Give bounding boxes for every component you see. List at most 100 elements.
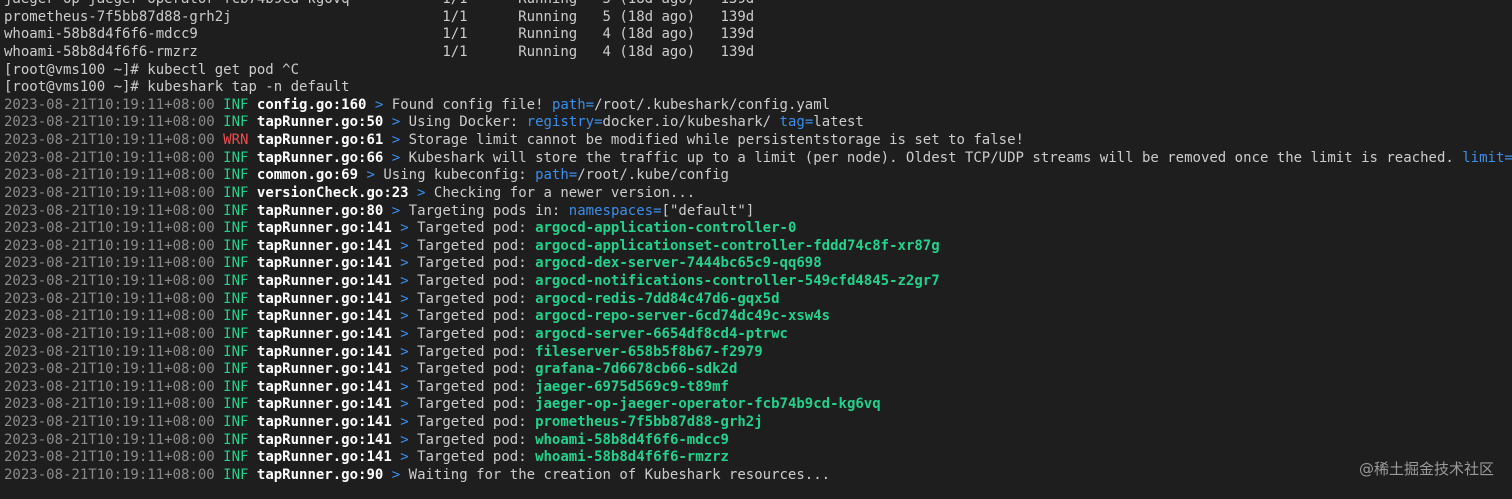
log-pod-name: jaeger-op-jaeger-operator-fcb74b9cd-kg6v… <box>535 396 881 413</box>
log-caller: tapRunner.go:141 <box>256 237 392 254</box>
log-timestamp: 2023-08-21T10:19:11+08:00 <box>4 149 215 166</box>
log-arrow: > <box>391 149 401 166</box>
log-level: INF <box>223 220 249 237</box>
log-arrow: > <box>400 449 409 466</box>
log-message: Using kubeconfig: <box>383 167 536 184</box>
log-level: INF <box>223 325 249 342</box>
log-line: 2023-08-21T10:19:11+08:00 INF tapRunner.… <box>0 344 1512 362</box>
log-caller: tapRunner.go:141 <box>256 378 392 395</box>
terminal-output[interactable]: jaeger-op-jaeger-operator-fcb74b9cd-kg6v… <box>0 0 1512 485</box>
log-field-value: latest <box>813 114 864 131</box>
log-caller: tapRunner.go:80 <box>256 202 384 219</box>
log-line: 2023-08-21T10:19:11+08:00 INF tapRunner.… <box>0 379 1512 397</box>
log-level: INF <box>223 361 249 378</box>
pod-row: whoami-58b8d4f6f6-mdcc9 1/1 Running 4 (1… <box>0 26 1512 44</box>
log-level: WRN <box>223 132 249 148</box>
pod-age: 139d <box>720 26 755 43</box>
log-level: INF <box>223 149 249 166</box>
log-field-key: path <box>551 96 586 113</box>
log-caller: tapRunner.go:141 <box>256 449 392 466</box>
log-caller: tapRunner.go:141 <box>256 361 392 378</box>
log-line: 2023-08-21T10:19:11+08:00 INF tapRunner.… <box>0 150 1512 168</box>
log-pod-name: argocd-redis-7dd84c47d6-gqx5d <box>535 290 780 307</box>
pod-status: Running <box>518 8 578 25</box>
log-arrow: > <box>374 96 384 113</box>
prompt-line: [root@vms100 ~]# kubeshark tap -n defaul… <box>0 79 1512 97</box>
log-level: INF <box>223 184 249 201</box>
log-pod-name: fileserver-658b5f8b67-f2979 <box>535 343 763 360</box>
prompt-line: [root@vms100 ~]# kubectl get pod ^C <box>0 62 1512 80</box>
log-arrow: > <box>400 396 409 413</box>
log-caller: tapRunner.go:61 <box>256 132 384 148</box>
log-timestamp: 2023-08-21T10:19:11+08:00 <box>4 378 215 395</box>
log-line: 2023-08-21T10:19:11+08:00 INF common.go:… <box>0 167 1512 185</box>
log-message: Targeted pod: <box>417 290 536 307</box>
log-level: INF <box>223 449 249 466</box>
log-arrow: > <box>400 237 409 254</box>
log-timestamp: 2023-08-21T10:19:11+08:00 <box>4 202 215 219</box>
log-field-eq: = <box>594 114 603 131</box>
log-level: INF <box>223 414 249 430</box>
log-timestamp: 2023-08-21T10:19:11+08:00 <box>4 255 215 272</box>
log-arrow: > <box>400 273 409 289</box>
log-field-eq: = <box>585 96 595 113</box>
log-field-key: tag <box>779 114 805 131</box>
log-caller: tapRunner.go:141 <box>256 325 392 342</box>
log-caller: tapRunner.go:141 <box>256 290 392 307</box>
log-arrow: > <box>400 255 409 272</box>
log-timestamp: 2023-08-21T10:19:11+08:00 <box>4 114 215 131</box>
shell-prompt: [root@vms100 ~]# <box>4 79 139 96</box>
log-caller: tapRunner.go:141 <box>256 255 392 272</box>
pod-restarts: 5 (18d ago) <box>602 0 695 7</box>
log-level: INF <box>223 202 249 219</box>
log-timestamp: 2023-08-21T10:19:11+08:00 <box>4 220 215 237</box>
log-line: 2023-08-21T10:19:11+08:00 INF tapRunner.… <box>0 432 1512 450</box>
log-field-eq: = <box>1504 149 1512 166</box>
log-pod-name: argocd-application-controller-0 <box>535 220 797 237</box>
log-timestamp: 2023-08-21T10:19:11+08:00 <box>4 132 215 148</box>
log-arrow: > <box>400 431 409 448</box>
log-field-key: namespaces <box>568 202 654 219</box>
log-message: Waiting for the creation of Kubeshark re… <box>408 466 831 483</box>
log-caller: versionCheck.go:23 <box>256 184 409 201</box>
log-level: INF <box>223 273 249 289</box>
log-pod-name: argocd-repo-server-6cd74dc49c-xsw4s <box>535 308 831 325</box>
log-level: INF <box>223 378 249 395</box>
log-message: Targeted pod: <box>417 325 536 342</box>
log-line: 2023-08-21T10:19:11+08:00 INF tapRunner.… <box>0 326 1512 344</box>
log-message: Targeted pod: <box>417 220 536 237</box>
log-arrow: > <box>400 325 409 342</box>
log-arrow: > <box>400 343 409 360</box>
log-field-key: limit <box>1462 149 1505 166</box>
log-arrow: > <box>417 184 426 201</box>
log-caller: tapRunner.go:141 <box>256 220 392 237</box>
shell-command: kubectl get pod ^C <box>147 61 300 78</box>
log-line: 2023-08-21T10:19:11+08:00 INF tapRunner.… <box>0 203 1512 221</box>
log-timestamp: 2023-08-21T10:19:11+08:00 <box>4 449 215 466</box>
log-arrow: > <box>391 202 401 219</box>
pod-name: jaeger-op-jaeger-operator-fcb74b9cd-kg6v… <box>4 0 350 7</box>
log-arrow: > <box>400 361 409 378</box>
log-timestamp: 2023-08-21T10:19:11+08:00 <box>4 361 215 378</box>
log-field-value: docker.io/kubeshark/ <box>602 114 780 131</box>
log-pod-name: whoami-58b8d4f6f6-rmzrz <box>535 449 729 466</box>
log-message: Targeted pod: <box>417 449 536 466</box>
log-caller: tapRunner.go:50 <box>256 114 384 131</box>
pod-row: whoami-58b8d4f6f6-rmzrz 1/1 Running 4 (1… <box>0 44 1512 62</box>
log-field-value: ["default"] <box>661 202 755 219</box>
log-message: Storage limit cannot be modified while p… <box>408 132 1024 148</box>
log-arrow: > <box>400 290 409 307</box>
log-caller: tapRunner.go:90 <box>256 466 384 483</box>
log-level: INF <box>223 96 249 113</box>
pod-restarts: 5 (18d ago) <box>602 8 696 25</box>
log-field-key: registry <box>526 114 595 131</box>
log-timestamp: 2023-08-21T10:19:11+08:00 <box>4 290 215 307</box>
log-pod-name: argocd-server-6654df8cd4-ptrwc <box>535 325 788 342</box>
log-line: 2023-08-21T10:19:11+08:00 WRN tapRunner.… <box>0 132 1512 150</box>
log-timestamp: 2023-08-21T10:19:11+08:00 <box>4 396 215 413</box>
log-message: Checking for a newer version... <box>433 184 696 201</box>
log-level: INF <box>223 255 249 272</box>
log-caller: tapRunner.go:66 <box>256 149 384 166</box>
log-line: 2023-08-21T10:19:11+08:00 INF tapRunner.… <box>0 114 1512 132</box>
log-level: INF <box>223 308 249 325</box>
